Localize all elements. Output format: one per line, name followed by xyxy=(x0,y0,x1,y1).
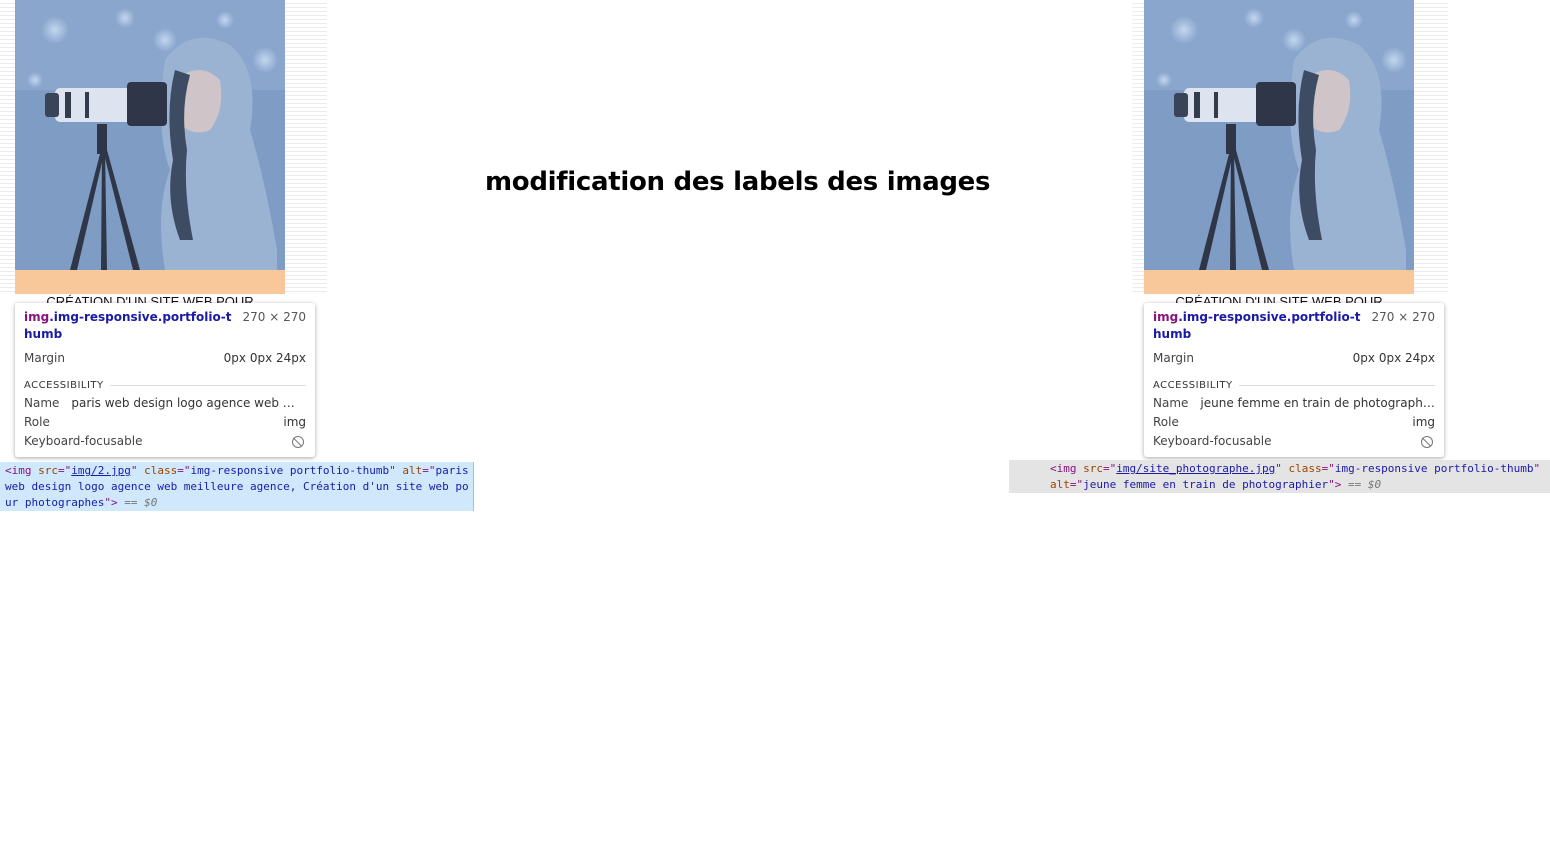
element-size: 270 × 270 xyxy=(1371,310,1436,324)
right-portfolio-thumb-image[interactable] xyxy=(1144,0,1414,270)
accessible-name-row: Name paris web design logo agence web me… xyxy=(24,396,306,410)
photographer-photo xyxy=(1144,0,1414,270)
photographer-photo xyxy=(15,0,285,270)
keyboard-focusable-row: Keyboard-focusable xyxy=(24,432,306,451)
src-link[interactable]: img/2.jpg xyxy=(71,464,131,477)
element-size: 270 × 270 xyxy=(242,310,307,324)
role-row: Role img xyxy=(24,415,306,429)
accessibility-section-header: ACCESSIBILITY xyxy=(1153,376,1435,394)
src-link[interactable]: img/site_photographe.jpg xyxy=(1116,462,1275,475)
margin-row: Margin 0px 0px 24px xyxy=(1153,351,1435,365)
role-row: Role img xyxy=(1153,415,1435,429)
accessibility-section-header: ACCESSIBILITY xyxy=(24,376,306,394)
not-allowed-icon xyxy=(292,436,304,448)
left-caption-bar xyxy=(15,270,285,294)
accessible-name-row: Name jeune femme en train de photographi… xyxy=(1153,396,1435,410)
left-portfolio-thumb-image[interactable] xyxy=(15,0,285,270)
right-elements-panel-line[interactable]: <img src="img/site_photographe.jpg" clas… xyxy=(1009,460,1550,493)
keyboard-focusable-row: Keyboard-focusable xyxy=(1153,432,1435,451)
left-elements-panel-line[interactable]: <img src="img/2.jpg" class="img-responsi… xyxy=(0,462,474,511)
left-devtools-inspect-tooltip: img.img-responsive.portfolio-thumb 270 ×… xyxy=(15,303,315,457)
element-selector: img.img-responsive.portfolio-thumb xyxy=(1153,310,1361,341)
not-allowed-icon xyxy=(1421,436,1433,448)
element-selector: img.img-responsive.portfolio-thumb xyxy=(24,310,232,341)
margin-row: Margin 0px 0px 24px xyxy=(24,351,306,365)
page-title: modification des labels des images xyxy=(485,167,991,197)
left-portfolio-caption: CRÉATION D'UN SITE WEB POUR xyxy=(46,294,254,303)
right-caption-bar xyxy=(1144,270,1414,294)
right-devtools-inspect-tooltip: img.img-responsive.portfolio-thumb 270 ×… xyxy=(1144,303,1444,457)
right-portfolio-caption: CRÉATION D'UN SITE WEB POUR xyxy=(1175,294,1383,303)
